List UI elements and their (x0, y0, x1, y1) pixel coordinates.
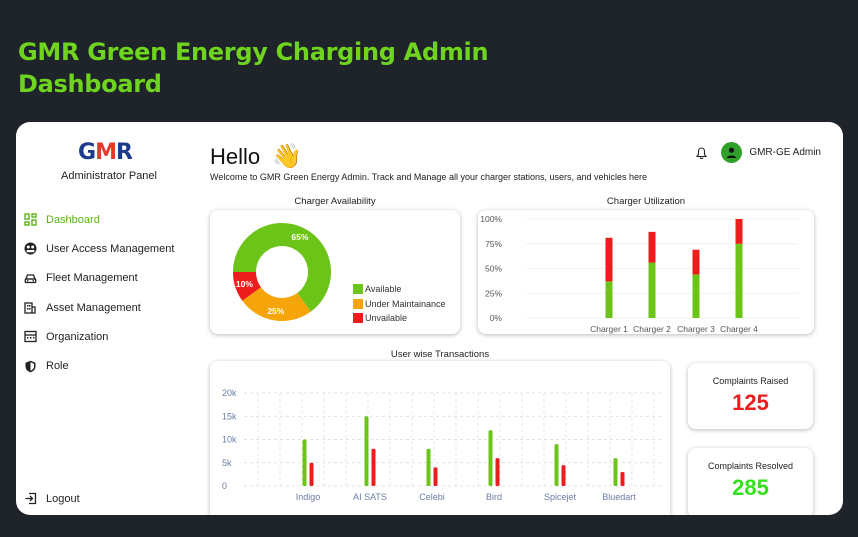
bar (495, 458, 500, 486)
sidebar-item-fleet-management[interactable]: Fleet Management (24, 264, 204, 293)
x-tick-label: AI SATS (353, 492, 387, 502)
logout-icon (24, 492, 37, 505)
x-tick-label: Celebi (419, 492, 445, 502)
bar (620, 472, 625, 486)
sidebar-item-label: Fleet Management (46, 272, 138, 285)
legend-item: Under Maintainance (353, 297, 446, 312)
bar (648, 262, 656, 318)
y-tick-label: 75% (485, 239, 502, 249)
complaints-resolved-value: 285 (732, 475, 769, 500)
waving-hand-icon: 👋 (272, 143, 303, 170)
legend-label: Unvailable (365, 313, 408, 324)
bar (735, 243, 743, 318)
bar (371, 448, 376, 486)
bar (692, 249, 700, 275)
y-tick-label: 15k (222, 411, 237, 421)
bar (648, 231, 656, 263)
y-tick-label: 0% (490, 313, 503, 323)
legend-label: Available (365, 284, 402, 295)
greeting: Hello 👋 (210, 142, 302, 171)
legend-label: Under Maintainance (365, 298, 446, 309)
legend-swatch-unavailable (353, 313, 363, 324)
asset-icon (24, 301, 37, 314)
logout-label: Logout (46, 492, 80, 505)
bar (302, 439, 307, 486)
greeting-text: Hello (210, 143, 261, 169)
bar (735, 219, 743, 244)
charger-utilization-chart: 0% 25% 50% 75% 100% Charger 1 Charger 2 Charger… (480, 214, 798, 334)
sidebar-item-label: Role (46, 360, 69, 373)
complaints-resolved-label: Complaints Resolved (707, 461, 794, 471)
x-tick-label: Charger 3 (677, 324, 715, 334)
y-tick-label: 50% (485, 264, 502, 274)
page-heading: GMR Green Energy Charging Admin Dashboar… (18, 38, 489, 98)
sidebar-item-asset-management[interactable]: Asset Management (24, 293, 204, 322)
x-tick-label: Bird (486, 492, 502, 502)
x-tick-label: Charger 2 (633, 324, 671, 334)
administrator-panel-label: Administrator Panel (61, 170, 157, 182)
logout-button[interactable]: Logout (24, 492, 80, 505)
y-tick-label: 5k (222, 458, 232, 468)
bar (605, 237, 613, 282)
header-user-area: GMR-GE Admin (696, 142, 821, 163)
y-tick-label: 10k (222, 435, 237, 445)
legend-swatch-under-maintainance (353, 298, 363, 309)
complaints-raised-value: 125 (732, 390, 769, 415)
bar (613, 458, 618, 486)
shield-icon (24, 360, 37, 373)
y-tick-label: 20k (222, 388, 237, 398)
sidebar-item-dashboard[interactable]: Dashboard (24, 205, 204, 234)
bar (554, 444, 559, 486)
bar (692, 274, 700, 318)
legend-item: Available (353, 282, 446, 297)
x-tick-label: Indigo (296, 492, 321, 502)
sidebar-item-label: User Access Management (46, 242, 175, 255)
y-tick-label: 25% (485, 288, 502, 298)
sidebar-item-label: Asset Management (46, 301, 141, 314)
complaints-raised-card: Complaints Raised 125 (688, 363, 813, 429)
building-icon (24, 330, 37, 343)
charger-utilization-title: Charger Utilization (606, 196, 686, 207)
sidebar-item-label: Organization (46, 330, 109, 343)
sidebar-item-label: Dashboard (46, 213, 100, 226)
availability-legend: Available Under Maintainance Unvailable (353, 282, 446, 326)
bar (426, 448, 431, 486)
bell-icon[interactable] (696, 146, 708, 159)
y-tick-label: 0 (222, 481, 227, 491)
sidebar-item-role[interactable]: Role (24, 351, 204, 380)
legend-item: Unvailable (353, 311, 446, 326)
avatar[interactable] (721, 142, 743, 163)
user-access-icon (24, 242, 37, 255)
y-tick-label: 100% (480, 214, 502, 224)
sidebar-nav: Dashboard User Access Management Fleet M… (24, 205, 204, 381)
bar (309, 462, 314, 486)
user-name[interactable]: GMR-GE Admin (749, 147, 821, 158)
bar (605, 281, 613, 318)
complaints-raised-label: Complaints Raised (712, 376, 789, 386)
transactions-title: User wise Transactions (390, 349, 490, 360)
x-tick-label: Bluedart (602, 492, 636, 502)
car-icon (24, 272, 37, 285)
charger-availability-title: Charger Availability (294, 196, 376, 207)
transactions-chart: 0 5k 10k 15k 20k Indigo AI SATS Celebi Bird Spice… (222, 388, 662, 502)
welcome-message: Welcome to GMR Green Energy Admin. Track… (210, 172, 648, 182)
bar (488, 430, 493, 486)
dashboard-grid-icon (24, 213, 37, 226)
x-tick-label: Charger 1 (590, 324, 628, 334)
x-tick-label: Charger 4 (720, 324, 758, 334)
bar (561, 465, 566, 486)
complaints-resolved-card: Complaints Resolved 285 (688, 448, 813, 515)
bar (364, 416, 369, 486)
bar (433, 467, 438, 486)
sidebar-item-organization[interactable]: Organization (24, 322, 204, 351)
x-tick-label: Spicejet (544, 492, 577, 502)
dashboard-window: GMR Administrator Panel Dashboard User A… (16, 122, 843, 515)
sidebar-item-user-access-management[interactable]: User Access Management (24, 234, 204, 263)
legend-swatch-available (353, 284, 363, 295)
gmr-logo: GMR (78, 140, 133, 165)
